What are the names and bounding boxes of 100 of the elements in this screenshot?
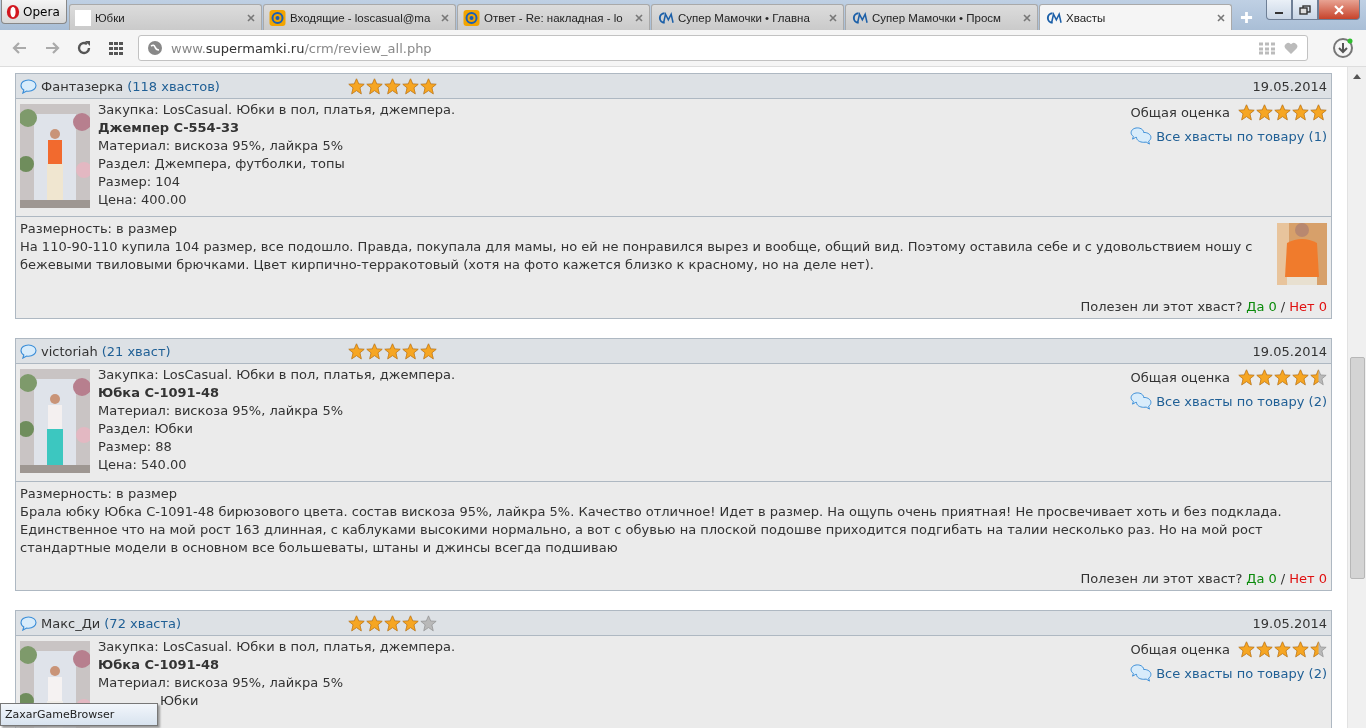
close-icon[interactable]: [1216, 12, 1226, 23]
product-detail: Материал: вискоза 95%, лайкра 5%: [98, 674, 345, 692]
overall-rating-label: Общая оценка: [1130, 370, 1230, 385]
browser-tab[interactable]: Хвасты: [1039, 4, 1232, 30]
back-icon[interactable]: [12, 40, 28, 56]
browser-tab[interactable]: Ответ - Re: накладная - lo: [457, 4, 650, 30]
all-reviews-link[interactable]: Все хвасты по товару (2): [1156, 665, 1327, 681]
download-icon[interactable]: [1332, 37, 1354, 59]
close-icon[interactable]: [828, 12, 838, 23]
site-logo-icon: [851, 9, 868, 26]
review-date: 19.05.2014: [1252, 78, 1327, 94]
star-icon: [1238, 104, 1255, 121]
star-icon: [348, 342, 365, 360]
review-count[interactable]: (72 хваста): [104, 615, 182, 631]
no-vote-link[interactable]: Нет 0: [1289, 299, 1327, 314]
speech-bubble-icon: [20, 343, 37, 359]
star-icon: [1238, 641, 1255, 658]
restore-icon: [1299, 4, 1311, 15]
scrollbar-thumb[interactable]: [1350, 357, 1365, 579]
no-vote-link[interactable]: Нет 0: [1289, 571, 1327, 586]
product-detail: Материал: вискоза 95%, лайкра 5%: [98, 137, 345, 155]
close-icon[interactable]: [634, 12, 644, 23]
speech-bubbles-icon: [1130, 664, 1153, 682]
star-icon: [1310, 104, 1327, 121]
overall-rating-label: Общая оценка: [1130, 642, 1230, 657]
author-name[interactable]: Фантазерка: [41, 78, 124, 94]
product-title: Юбка С-1091-48: [98, 656, 221, 674]
blank-page-icon: [75, 9, 91, 26]
scrollbar[interactable]: [1347, 67, 1366, 728]
product-detail: Цена: 400.00: [98, 191, 188, 209]
address-field[interactable]: www.supermamki.ru/crm/review_all.php: [138, 35, 1308, 61]
product-detail: Раздел: Джемпера, футболки, топы: [98, 155, 346, 173]
browser-tab[interactable]: Юбки: [69, 4, 262, 30]
star-icon: [1256, 104, 1273, 121]
grid-icon[interactable]: [1259, 41, 1275, 55]
close-icon[interactable]: [246, 12, 256, 23]
opera-menu-button[interactable]: Opera: [1, 0, 67, 24]
star-icon: [1274, 369, 1291, 386]
star-icon: [384, 342, 401, 360]
close-button[interactable]: [1318, 0, 1360, 20]
speech-bubble-icon: [20, 615, 37, 631]
tooltip: ZaxarGameBrowser: [0, 703, 158, 726]
size-fit-text: Размерность: в размер: [20, 485, 179, 503]
review-text: На 110-90-110 купила 104 размер, все подошло. Правда, покупала для мамы, но ей не понравился вырез и вообще, общий вид. Поэтому оставила себе и с удовольствием ношу с бежевыми твиловыми брючками. Цвет кирпично-терракотовый (хотя на фото кажется близко к красному, но на деле нет).: [20, 238, 1254, 274]
star-icon: [348, 77, 365, 95]
product-detail: Закупка: LosCasual. Юбки в пол, платья, джемпера.: [98, 366, 457, 384]
product-title: Юбка С-1091-48: [98, 384, 221, 402]
forward-icon[interactable]: [44, 40, 60, 56]
author-name[interactable]: Макс_Ди: [41, 615, 101, 631]
speech-bubble-icon: [20, 78, 37, 94]
yes-vote-link[interactable]: Да 0: [1246, 299, 1277, 314]
review-date: 19.05.2014: [1252, 343, 1327, 359]
at-sign-icon: [463, 9, 480, 26]
close-icon[interactable]: [1022, 12, 1032, 23]
separator-text: /: [1280, 571, 1286, 586]
speed-dial-icon[interactable]: [108, 40, 124, 56]
close-icon: [1333, 4, 1345, 15]
star-icon: [348, 614, 365, 632]
helpful-question: Полезен ли этот хваст?: [1080, 571, 1243, 586]
star-icon: [1310, 641, 1327, 658]
product-detail: Материал: вискоза 95%, лайкра 5%: [98, 402, 345, 420]
star-icon: [384, 614, 401, 632]
star-icon: [1292, 641, 1309, 658]
opera-logo-icon: [6, 3, 20, 20]
star-icon: [1274, 641, 1291, 658]
site-logo-icon: [1045, 9, 1062, 26]
product-detail: Размер: 104: [98, 173, 182, 191]
star-icon: [1292, 369, 1309, 386]
globe-icon: [147, 40, 163, 56]
star-icon: [1238, 369, 1255, 386]
review-date: 19.05.2014: [1252, 615, 1327, 631]
review-count[interactable]: (118 хвастов): [127, 78, 220, 94]
star-icon: [402, 342, 419, 360]
product-detail: Закупка: LosCasual. Юбки в пол, платья, джемпера.: [98, 638, 457, 656]
product-detail: Юбки: [159, 692, 200, 710]
heart-icon[interactable]: [1283, 41, 1299, 55]
star-icon: [420, 614, 437, 632]
product-detail: Закупка: LosCasual. Юбки в пол, платья, джемпера.: [98, 101, 457, 119]
all-reviews-link[interactable]: Все хвасты по товару (1): [1156, 128, 1327, 144]
all-reviews-link[interactable]: Все хвасты по товару (2): [1156, 393, 1327, 409]
new-tab-icon[interactable]: [1240, 11, 1253, 24]
browser-tab[interactable]: Супер Мамочки • Просм: [845, 4, 1038, 30]
size-fit-text: Размерность: в размер: [20, 220, 179, 238]
scroll-up-icon[interactable]: [1353, 73, 1361, 79]
star-icon: [1292, 104, 1309, 121]
star-icon: [1256, 641, 1273, 658]
star-icon: [1274, 104, 1291, 121]
restore-button[interactable]: [1292, 0, 1318, 20]
close-icon[interactable]: [440, 12, 450, 23]
product-title: Джемпер С-554-33: [98, 119, 241, 137]
minimize-icon: [1275, 11, 1283, 14]
author-name[interactable]: victoriah: [41, 343, 98, 359]
browser-tab[interactable]: Входящие - loscasual@ma: [263, 4, 456, 30]
browser-tab[interactable]: Супер Мамочки • Главна: [651, 4, 844, 30]
helpful-question: Полезен ли этот хваст?: [1080, 299, 1243, 314]
minimize-button[interactable]: [1266, 0, 1292, 20]
review-count[interactable]: (21 хваст): [101, 343, 171, 359]
yes-vote-link[interactable]: Да 0: [1246, 571, 1277, 586]
at-sign-icon: [269, 9, 286, 26]
reload-icon[interactable]: [76, 40, 92, 56]
